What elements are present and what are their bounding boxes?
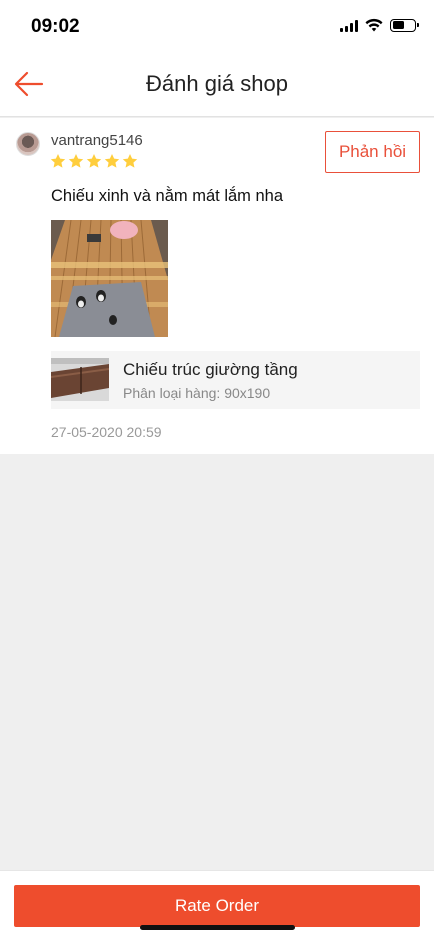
home-indicator[interactable] [140, 925, 295, 930]
status-time: 09:02 [31, 16, 80, 37]
reviewer-username: vantrang5146 [51, 132, 143, 149]
star-icon [122, 154, 138, 168]
star-rating [50, 153, 138, 169]
product-variant: Phân loại hàng: 90x190 [123, 385, 271, 401]
wifi-icon [365, 18, 383, 32]
nav-header: Đánh giá shop [0, 56, 434, 117]
product-name: Chiếu trúc giường tầng [123, 360, 298, 379]
review-photo[interactable] [51, 220, 168, 337]
reply-button[interactable]: Phản hồi [325, 131, 420, 173]
bottom-bar: Rate Order [0, 870, 434, 941]
star-icon [104, 154, 120, 168]
review-date: 27-05-2020 20:59 [51, 424, 162, 440]
star-icon [68, 154, 84, 168]
review-photo-image [51, 220, 168, 337]
page-title: Đánh giá shop [146, 71, 288, 96]
rate-order-button[interactable]: Rate Order [14, 885, 420, 927]
avatar[interactable] [16, 132, 40, 156]
battery-icon [390, 18, 419, 32]
review-card: vantrang5146 Phản hồi Chiếu xinh và nằm … [0, 118, 434, 454]
star-icon [86, 154, 102, 168]
star-icon [50, 154, 66, 168]
product-thumbnail [51, 358, 109, 401]
review-text: Chiếu xinh và nằm mát lắm nha [51, 187, 284, 205]
signal-icon [340, 19, 358, 32]
status-icons [340, 18, 419, 32]
status-bar: 09:02 [0, 0, 434, 56]
product-item[interactable]: Chiếu trúc giường tầng Phân loại hàng: 9… [51, 351, 420, 409]
